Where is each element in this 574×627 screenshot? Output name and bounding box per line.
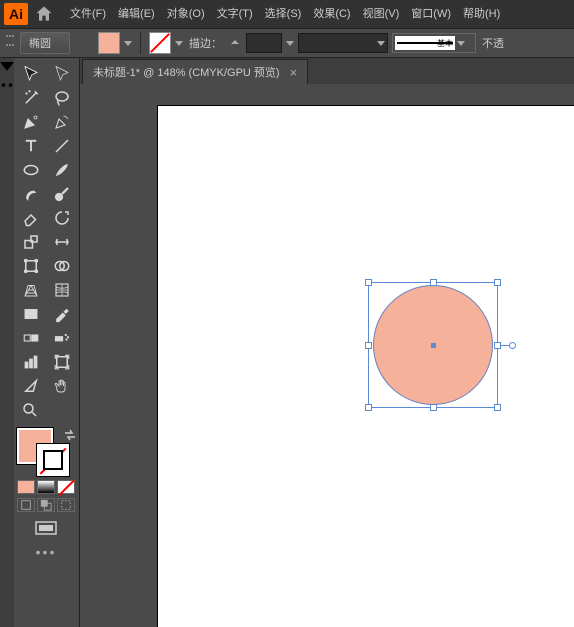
rail-dots-icon bbox=[0, 78, 14, 92]
menu-item-view[interactable]: 视图(V) bbox=[357, 0, 406, 28]
stroke-weight-input[interactable] bbox=[246, 33, 282, 53]
symbol-sprayer-tool[interactable] bbox=[46, 326, 77, 350]
pie-handle[interactable] bbox=[509, 342, 516, 349]
color-mode-fill[interactable] bbox=[17, 480, 35, 494]
artboard-tool[interactable] bbox=[46, 350, 77, 374]
pen-tool[interactable] bbox=[15, 110, 46, 134]
shaper-tool[interactable] bbox=[15, 182, 46, 206]
selection-tool[interactable] bbox=[15, 62, 46, 86]
resize-handle-tl[interactable] bbox=[365, 279, 372, 286]
work-area: 未标题-1* @ 148% (CMYK/GPU 预览) × bbox=[80, 58, 574, 627]
canvas[interactable] bbox=[80, 84, 574, 627]
draw-normal[interactable] bbox=[17, 498, 35, 512]
free-transform-tool[interactable] bbox=[15, 254, 46, 278]
screen-mode-button[interactable] bbox=[15, 518, 77, 538]
ellipse-tool[interactable] bbox=[15, 158, 46, 182]
options-bar: 椭圆 描边： 基本 不透 bbox=[0, 28, 574, 58]
collapse-icon[interactable] bbox=[0, 62, 14, 76]
zoom-tool[interactable] bbox=[15, 398, 77, 422]
type-tool[interactable] bbox=[15, 134, 46, 158]
curvature-tool[interactable] bbox=[46, 110, 77, 134]
color-mode-row bbox=[15, 480, 77, 494]
draw-inside[interactable] bbox=[57, 498, 75, 512]
edit-toolbar-button[interactable]: ••• bbox=[15, 544, 77, 560]
stroke-label: 描边： bbox=[189, 35, 222, 51]
perspective-grid-tool[interactable] bbox=[15, 278, 46, 302]
hand-tool[interactable] bbox=[46, 374, 77, 398]
scale-tool[interactable] bbox=[15, 230, 46, 254]
paintbrush-tool[interactable] bbox=[46, 158, 77, 182]
home-icon[interactable] bbox=[34, 4, 54, 24]
resize-handle-ml[interactable] bbox=[365, 342, 372, 349]
slice-tool[interactable] bbox=[15, 374, 46, 398]
stroke-color-well[interactable] bbox=[37, 444, 69, 476]
ai-logo: Ai bbox=[4, 3, 28, 25]
fill-dropdown-icon[interactable] bbox=[124, 41, 132, 46]
resize-handle-bl[interactable] bbox=[365, 404, 372, 411]
resize-handle-tm[interactable] bbox=[430, 279, 437, 286]
rotate-tool[interactable] bbox=[46, 206, 77, 230]
document-tab-title: 未标题-1* @ 148% (CMYK/GPU 预览) bbox=[93, 64, 280, 80]
selection-bounds[interactable] bbox=[368, 282, 498, 408]
stroke-weight-dropdown-icon[interactable] bbox=[286, 41, 294, 46]
blob-brush-tool[interactable] bbox=[46, 182, 77, 206]
menu-item-object[interactable]: 对象(O) bbox=[161, 0, 211, 28]
active-tool-name: 椭圆 bbox=[20, 32, 70, 54]
menu-item-file[interactable]: 文件(F) bbox=[64, 0, 112, 28]
stroke-preview: 基本 bbox=[395, 36, 455, 50]
stroke-dropdown-icon[interactable] bbox=[175, 41, 183, 46]
stroke-style-dropdown[interactable]: 基本 bbox=[392, 33, 476, 53]
menu-item-type[interactable]: 文字(T) bbox=[211, 0, 259, 28]
gradient-tool[interactable] bbox=[15, 302, 46, 326]
color-mode-gradient[interactable] bbox=[37, 480, 55, 494]
shape-builder-tool[interactable] bbox=[46, 254, 77, 278]
resize-handle-tr[interactable] bbox=[494, 279, 501, 286]
opacity-label: 不透 bbox=[482, 35, 504, 51]
grip-icon[interactable] bbox=[6, 35, 14, 51]
menu-item-help[interactable]: 帮助(H) bbox=[457, 0, 506, 28]
document-tabbar: 未标题-1* @ 148% (CMYK/GPU 预览) × bbox=[80, 58, 574, 84]
swap-colors-icon[interactable] bbox=[63, 428, 77, 442]
panel-collapse-rail[interactable] bbox=[0, 58, 14, 627]
magic-wand-tool[interactable] bbox=[15, 86, 46, 110]
eraser-tool[interactable] bbox=[15, 206, 46, 230]
center-point[interactable] bbox=[431, 343, 436, 348]
blend-tool[interactable] bbox=[15, 326, 46, 350]
draw-mode-row bbox=[15, 498, 77, 512]
width-tool[interactable] bbox=[46, 230, 77, 254]
toolbox: ••• bbox=[14, 58, 80, 627]
lasso-tool[interactable] bbox=[46, 86, 77, 110]
document-tab[interactable]: 未标题-1* @ 148% (CMYK/GPU 预览) × bbox=[82, 59, 308, 84]
color-mode-none[interactable] bbox=[57, 480, 75, 494]
resize-handle-bm[interactable] bbox=[430, 404, 437, 411]
color-picker[interactable] bbox=[15, 428, 77, 474]
stroke-profile-dropdown[interactable] bbox=[298, 33, 388, 53]
resize-handle-br[interactable] bbox=[494, 404, 501, 411]
menu-item-window[interactable]: 窗口(W) bbox=[405, 0, 457, 28]
stroke-decrement-icon[interactable] bbox=[230, 38, 240, 48]
stroke-swatch[interactable] bbox=[149, 32, 171, 54]
menu-item-edit[interactable]: 编辑(E) bbox=[112, 0, 161, 28]
mesh-tool[interactable] bbox=[46, 278, 77, 302]
line-tool[interactable] bbox=[46, 134, 77, 158]
direct-selection-tool[interactable] bbox=[46, 62, 77, 86]
artboard[interactable] bbox=[158, 106, 574, 627]
menu-item-effect[interactable]: 效果(C) bbox=[307, 0, 356, 28]
draw-behind[interactable] bbox=[37, 498, 55, 512]
eyedropper-tool[interactable] bbox=[46, 302, 77, 326]
menu-item-select[interactable]: 选择(S) bbox=[259, 0, 308, 28]
close-tab-icon[interactable]: × bbox=[290, 65, 298, 80]
fill-swatch[interactable] bbox=[98, 32, 120, 54]
column-graph-tool[interactable] bbox=[15, 350, 46, 374]
menu-bar: Ai 文件(F) 编辑(E) 对象(O) 文字(T) 选择(S) 效果(C) 视… bbox=[0, 0, 574, 28]
